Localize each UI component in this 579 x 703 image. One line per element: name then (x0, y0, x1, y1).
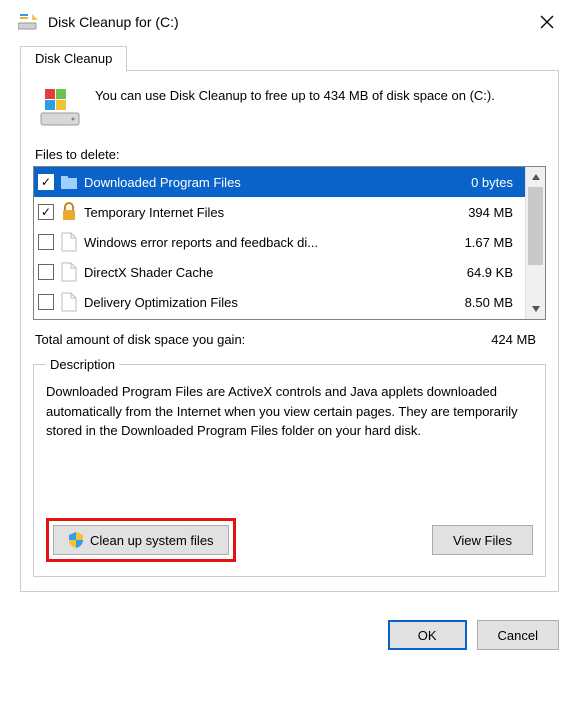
ok-button[interactable]: OK (388, 620, 467, 650)
file-name: Temporary Internet Files (84, 205, 462, 220)
window-title: Disk Cleanup for (C:) (48, 14, 527, 30)
file-size: 1.67 MB (465, 235, 519, 250)
file-row[interactable]: Delivery Optimization Files 8.50 MB (34, 287, 525, 317)
scroll-thumb[interactable] (528, 187, 543, 265)
checkbox[interactable]: ✓ (38, 174, 54, 190)
scrollbar[interactable] (525, 167, 545, 319)
checkbox[interactable] (38, 294, 54, 310)
checkbox[interactable] (38, 264, 54, 280)
description-group: Description Downloaded Program Files are… (33, 357, 546, 577)
files-to-delete-label: Files to delete: (35, 147, 546, 162)
titlebar: Disk Cleanup for (C:) (0, 0, 579, 46)
intro-text: You can use Disk Cleanup to free up to 4… (95, 87, 495, 106)
file-icon (60, 231, 78, 253)
tab-disk-cleanup[interactable]: Disk Cleanup (20, 46, 127, 72)
file-size: 64.9 KB (467, 265, 519, 280)
cleanup-system-files-button[interactable]: Clean up system files (53, 525, 229, 555)
file-size: 394 MB (468, 205, 519, 220)
view-files-button[interactable]: View Files (432, 525, 533, 555)
checkbox[interactable]: ✓ (38, 204, 54, 220)
folder-icon (60, 171, 78, 193)
file-name: Delivery Optimization Files (84, 295, 459, 310)
tab-panel: Disk Cleanup You can use Disk Cleanup to… (20, 70, 559, 592)
annotation-highlight: Clean up system files (46, 518, 236, 562)
shield-icon (68, 532, 84, 548)
scroll-up-button[interactable] (526, 167, 545, 187)
description-legend: Description (46, 357, 119, 372)
checkbox[interactable] (38, 234, 54, 250)
file-size: 0 bytes (471, 175, 519, 190)
lock-icon (60, 201, 78, 223)
file-name: DirectX Shader Cache (84, 265, 461, 280)
file-name: Downloaded Program Files (84, 175, 465, 190)
file-row[interactable]: ✓ Downloaded Program Files 0 bytes (34, 167, 525, 197)
file-row[interactable]: DirectX Shader Cache 64.9 KB (34, 257, 525, 287)
file-row[interactable]: Windows error reports and feedback di...… (34, 227, 525, 257)
file-icon (60, 291, 78, 313)
disk-cleanup-icon (18, 14, 38, 30)
file-name: Windows error reports and feedback di... (84, 235, 459, 250)
total-label: Total amount of disk space you gain: (35, 332, 245, 347)
scroll-down-button[interactable] (526, 299, 545, 319)
file-list[interactable]: ✓ Downloaded Program Files 0 bytes ✓ Tempora… (33, 166, 546, 320)
total-value: 424 MB (491, 332, 536, 347)
cleanup-button-label: Clean up system files (90, 533, 214, 548)
close-icon (540, 15, 554, 29)
file-icon (60, 261, 78, 283)
cancel-button[interactable]: Cancel (477, 620, 559, 650)
close-button[interactable] (527, 7, 567, 37)
drive-icon (39, 87, 81, 129)
description-text: Downloaded Program Files are ActiveX con… (46, 382, 533, 492)
file-size: 8.50 MB (465, 295, 519, 310)
file-row[interactable]: ✓ Temporary Internet Files 394 MB (34, 197, 525, 227)
